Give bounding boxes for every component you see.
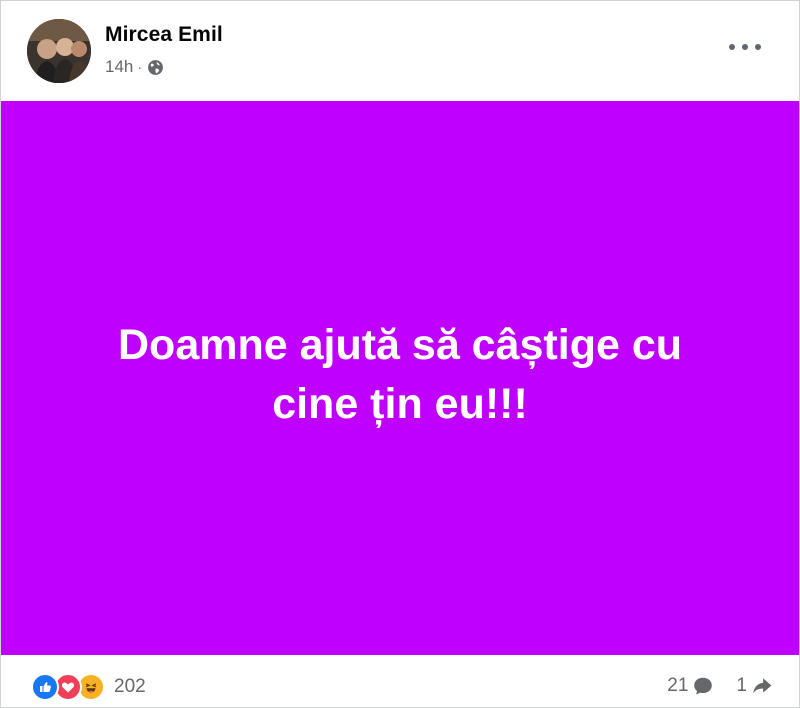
shares-count-button[interactable]: 1 xyxy=(736,675,773,697)
post-text: Doamne ajută să câștige cu cine țin eu!!… xyxy=(118,321,682,428)
post-card: Mircea Emil 14h · Doamne ajută să câștig… xyxy=(0,0,800,708)
more-options-button[interactable] xyxy=(729,37,761,57)
more-dot xyxy=(755,44,761,50)
post-text-background: Doamne ajută să câștige cu cine țin eu!!… xyxy=(1,101,799,655)
avatar-photo xyxy=(27,19,91,83)
comments-count-button[interactable]: 21 xyxy=(667,675,714,697)
share-count: 1 xyxy=(736,675,747,696)
globe-icon[interactable] xyxy=(147,59,164,76)
more-dot xyxy=(742,44,748,50)
share-icon xyxy=(753,678,772,694)
post-meta: 14h · xyxy=(105,57,164,77)
author-name[interactable]: Mircea Emil xyxy=(105,23,223,47)
like-reaction-icon xyxy=(31,673,59,701)
meta-separator: · xyxy=(137,59,143,75)
reaction-count: 202 xyxy=(114,676,146,697)
author-avatar[interactable] xyxy=(27,19,91,83)
comment-count: 21 xyxy=(667,675,689,696)
comment-icon xyxy=(694,677,713,695)
reactions-summary[interactable]: 202 xyxy=(31,673,146,701)
post-footer: 202 21 1 xyxy=(1,655,799,707)
more-horizontal-icon xyxy=(729,44,735,50)
post-timestamp[interactable]: 14h xyxy=(105,57,133,77)
engagement-stats: 21 1 xyxy=(667,675,773,697)
post-header: Mircea Emil 14h · xyxy=(1,1,799,101)
